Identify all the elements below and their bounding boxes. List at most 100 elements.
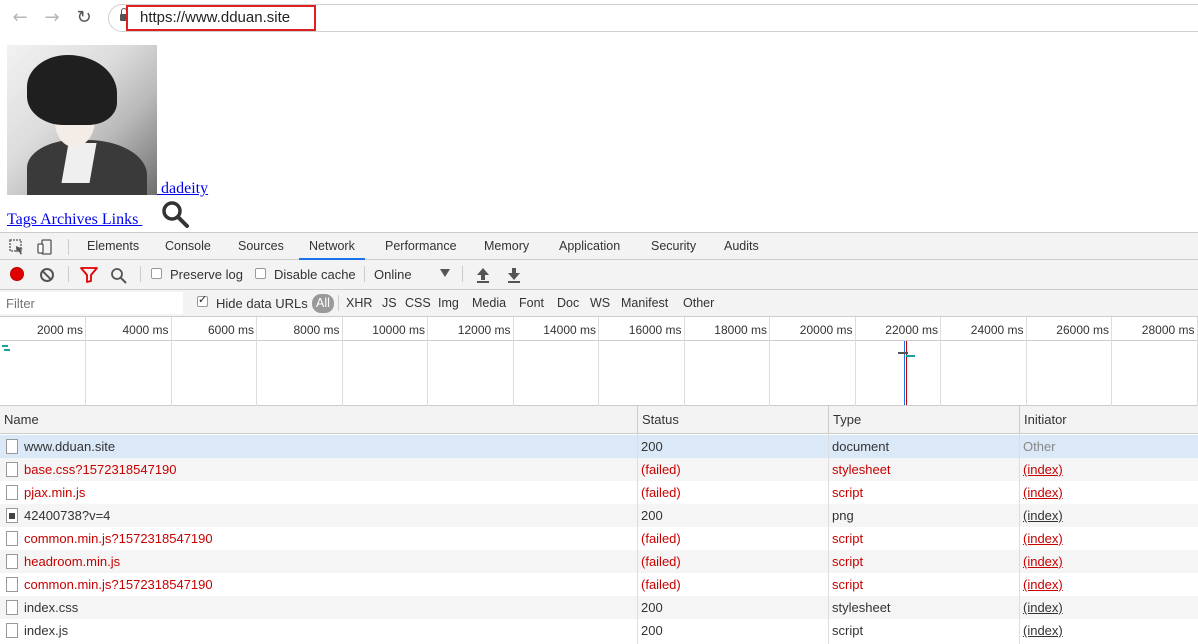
filter-img[interactable]: Img: [438, 296, 459, 310]
request-status: (failed): [641, 577, 681, 592]
request-initiator: Other: [1023, 439, 1056, 454]
timeline-tick-label: 26000 ms: [1056, 323, 1109, 337]
timeline-gridline: [1111, 317, 1112, 406]
request-type: stylesheet: [832, 462, 891, 477]
column-header-status[interactable]: Status: [637, 406, 828, 434]
filter-css[interactable]: CSS: [405, 296, 431, 310]
timeline-gridline: [512, 317, 514, 406]
timeline-tick-label: 14000 ms: [543, 323, 596, 337]
table-header: Name Status Type Initiator: [0, 406, 1198, 434]
devtools-tab-bar: Elements Console Sources Network Perform…: [0, 232, 1198, 260]
timeline-gridline: [85, 317, 86, 406]
forward-arrow-icon[interactable]: →: [42, 8, 62, 28]
request-type: script: [832, 577, 864, 592]
request-name: 42400738?v=4: [24, 508, 111, 523]
site-nav-links[interactable]: Tags Archives Links: [7, 211, 142, 229]
filter-manifest[interactable]: Manifest: [621, 296, 668, 310]
tab-memory[interactable]: Memory: [474, 233, 539, 260]
preserve-log-checkbox[interactable]: [151, 268, 162, 279]
filter-xhr[interactable]: XHR: [346, 296, 372, 310]
timeline-tick-label: 28000 ms: [1141, 323, 1195, 337]
column-header-name[interactable]: Name: [0, 406, 637, 434]
author-link[interactable]: dadeity: [157, 180, 208, 198]
tab-application[interactable]: Application: [549, 233, 630, 260]
column-header-initiator[interactable]: Initiator: [1019, 406, 1198, 434]
request-name: index.js: [24, 623, 69, 638]
request-initiator[interactable]: (index): [1023, 619, 1193, 642]
timeline-tick-label: 6000 ms: [207, 323, 254, 337]
request-initiator[interactable]: (index): [1023, 550, 1193, 573]
filter-js[interactable]: JS: [382, 296, 397, 310]
timeline-gridline: [769, 317, 770, 406]
filter-media[interactable]: Media: [472, 296, 506, 310]
column-header-type[interactable]: Type: [828, 406, 1019, 434]
timeline-tick-label: 8000 ms: [293, 323, 340, 337]
request-initiator[interactable]: (index): [1023, 504, 1193, 527]
requests-table: Name Status Type Initiator www.dduan.sit…: [0, 406, 1198, 644]
request-type: document: [832, 439, 890, 454]
tab-sources[interactable]: Sources: [228, 233, 294, 260]
timeline-tick-label: 18000 ms: [714, 323, 767, 337]
filter-ws[interactable]: WS: [590, 296, 610, 310]
load-event-line: [906, 341, 907, 405]
timeline-tick-label: 22000 ms: [885, 323, 938, 337]
browser-toolbar: ← → ↻ https://www.dduan.site: [0, 0, 1198, 36]
record-button[interactable]: [10, 267, 24, 281]
inspect-element-icon[interactable]: [8, 238, 26, 256]
request-name: base.css?1572318547190: [24, 462, 177, 477]
timeline-request-bar: [906, 355, 915, 357]
device-toolbar-icon[interactable]: [36, 238, 54, 256]
request-initiator[interactable]: (index): [1023, 527, 1193, 550]
throttling-select[interactable]: Online: [374, 267, 412, 282]
timeline-gridline: [427, 317, 428, 406]
chevron-down-icon[interactable]: [440, 269, 450, 277]
request-status: 200: [641, 508, 663, 523]
tab-security[interactable]: Security: [641, 233, 706, 260]
timeline-gridline: [170, 317, 172, 406]
document-icon: [6, 554, 18, 569]
dom-content-loaded-line: [904, 341, 905, 405]
tab-performance[interactable]: Performance: [375, 233, 467, 260]
request-status: (failed): [641, 531, 681, 546]
disable-cache-checkbox[interactable]: [255, 268, 266, 279]
document-icon: [6, 531, 18, 546]
filter-input[interactable]: [0, 292, 183, 314]
search-icon[interactable]: [160, 200, 190, 228]
search-icon[interactable]: [110, 267, 128, 285]
request-initiator[interactable]: (index): [1023, 596, 1193, 619]
tab-audits[interactable]: Audits: [714, 233, 769, 260]
request-name: common.min.js?1572318547190: [24, 577, 213, 592]
tab-elements[interactable]: Elements: [77, 233, 149, 260]
filter-font[interactable]: Font: [519, 296, 544, 310]
timeline-tick-label: 4000 ms: [122, 323, 169, 337]
url-text[interactable]: https://www.dduan.site: [140, 9, 290, 26]
network-controls-bar: Preserve log Disable cache Online: [0, 260, 1198, 290]
filter-icon[interactable]: [80, 267, 98, 283]
network-filter-bar: Hide data URLs All XHR JS CSS Img Media …: [0, 290, 1198, 317]
import-har-icon[interactable]: [475, 266, 491, 284]
timeline-tick-label: 24000 ms: [970, 323, 1024, 337]
reload-icon[interactable]: ↻: [74, 8, 94, 28]
hide-data-urls-checkbox[interactable]: [197, 293, 208, 307]
timeline-request-bar: [898, 352, 908, 354]
export-har-icon[interactable]: [506, 266, 522, 284]
request-initiator[interactable]: (index): [1023, 573, 1193, 596]
network-timeline-overview[interactable]: 2000 ms 4000 ms 6000 ms 8000 ms 10000 ms 1200…: [0, 317, 1198, 406]
request-name: common.min.js?1572318547190: [24, 531, 213, 546]
timeline-tick-label: 16000 ms: [628, 323, 682, 337]
avatar-image[interactable]: [7, 45, 157, 195]
back-arrow-icon[interactable]: ←: [10, 8, 30, 28]
tab-network[interactable]: Network: [299, 233, 365, 260]
request-type: png: [832, 508, 854, 523]
document-icon: [6, 462, 18, 477]
filter-other[interactable]: Other: [683, 296, 714, 310]
request-type: script: [832, 485, 864, 500]
request-initiator[interactable]: (index): [1023, 481, 1193, 504]
tab-console[interactable]: Console: [155, 233, 221, 260]
request-name: www.dduan.site: [24, 439, 116, 454]
request-initiator[interactable]: (index): [1023, 458, 1193, 481]
document-icon: [6, 623, 18, 638]
clear-icon[interactable]: [40, 268, 54, 282]
filter-all-button[interactable]: All: [312, 294, 334, 313]
filter-doc[interactable]: Doc: [557, 296, 579, 310]
